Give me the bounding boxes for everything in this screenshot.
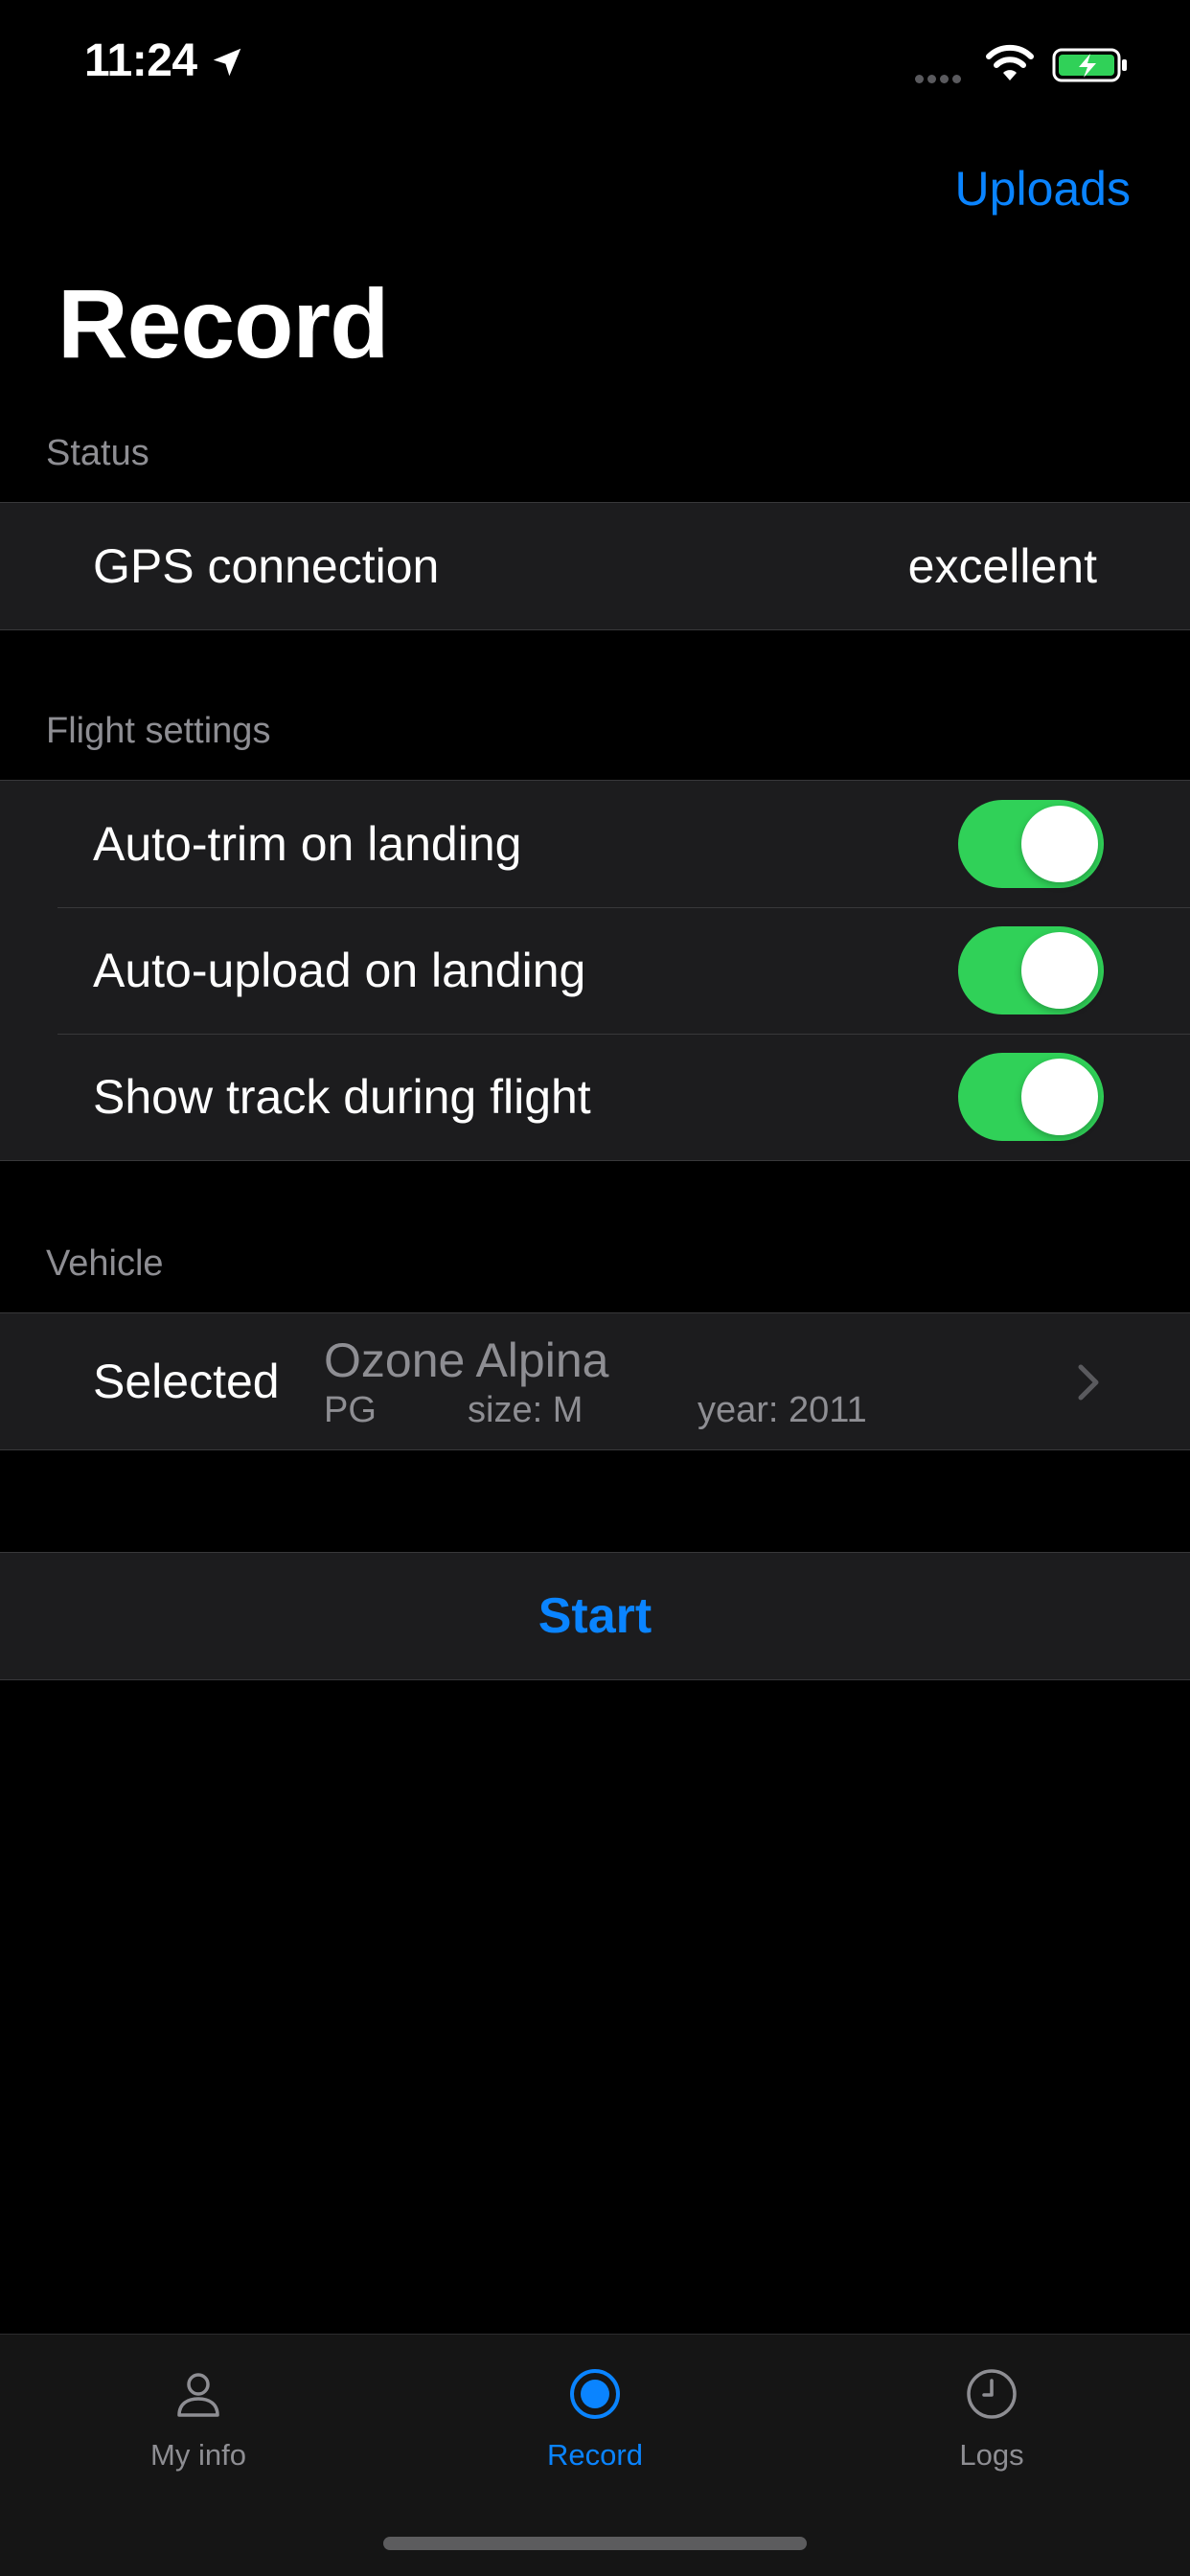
setting-label-show-track: Show track during flight [93, 1070, 591, 1124]
vehicle-group: Selected Ozone Alpina PG size: M year: 2… [0, 1312, 1190, 1450]
uploads-button[interactable]: Uploads [955, 161, 1131, 217]
toggle-knob [1021, 1059, 1098, 1135]
vehicle-selected-row[interactable]: Selected Ozone Alpina PG size: M year: 2… [0, 1313, 1190, 1449]
record-icon [570, 2369, 620, 2419]
setting-row-auto-upload: Auto-upload on landing [0, 907, 1190, 1034]
status-group: GPS connection excellent [0, 502, 1190, 630]
show-track-toggle[interactable] [958, 1053, 1104, 1141]
tab-label-logs: Logs [959, 2438, 1024, 2472]
setting-row-auto-trim: Auto-trim on landing [0, 781, 1190, 907]
status-bar: 11:24 [0, 0, 1190, 129]
section-header-flight-settings: Flight settings [46, 711, 271, 751]
wifi-icon [986, 44, 1034, 80]
vehicle-name: Ozone Alpina [324, 1334, 609, 1387]
tab-logs[interactable]: Logs [793, 2335, 1190, 2497]
setting-label-auto-upload: Auto-upload on landing [93, 944, 586, 997]
vehicle-year: year: 2011 [698, 1390, 867, 1430]
tab-my-info[interactable]: My info [0, 2335, 397, 2497]
toggle-knob [1021, 932, 1098, 1009]
tab-label-my-info: My info [150, 2438, 246, 2472]
cellular-dots-icon [915, 71, 973, 83]
person-icon [177, 2373, 219, 2417]
location-arrow-icon [213, 48, 241, 77]
setting-row-show-track: Show track during flight [0, 1034, 1190, 1160]
start-button[interactable]: Start [0, 1553, 1190, 1679]
gps-connection-value: excellent [907, 539, 1097, 593]
battery-charging-icon [1052, 48, 1127, 82]
clock-icon [967, 2369, 1017, 2419]
gps-connection-row: GPS connection excellent [0, 503, 1190, 629]
vehicle-type: PG [324, 1390, 377, 1430]
vehicle-size: size: M [468, 1390, 584, 1430]
auto-upload-toggle[interactable] [958, 926, 1104, 1014]
auto-trim-toggle[interactable] [958, 800, 1104, 888]
vehicle-selected-label: Selected [93, 1355, 280, 1408]
home-indicator [383, 2537, 807, 2550]
setting-label-auto-trim: Auto-trim on landing [93, 817, 522, 871]
page-title: Record [57, 269, 389, 378]
section-header-vehicle: Vehicle [46, 1243, 164, 1284]
start-group: Start [0, 1552, 1190, 1680]
tab-record[interactable]: Record [397, 2335, 793, 2497]
tab-label-record: Record [547, 2438, 643, 2472]
toggle-knob [1021, 806, 1098, 882]
chevron-right-icon [1078, 1364, 1099, 1401]
gps-connection-label: GPS connection [93, 539, 440, 593]
section-header-status: Status [46, 433, 149, 473]
start-label: Start [538, 1588, 652, 1644]
status-time: 11:24 [84, 35, 197, 86]
flight-settings-group: Auto-trim on landing Auto-upload on land… [0, 780, 1190, 1161]
